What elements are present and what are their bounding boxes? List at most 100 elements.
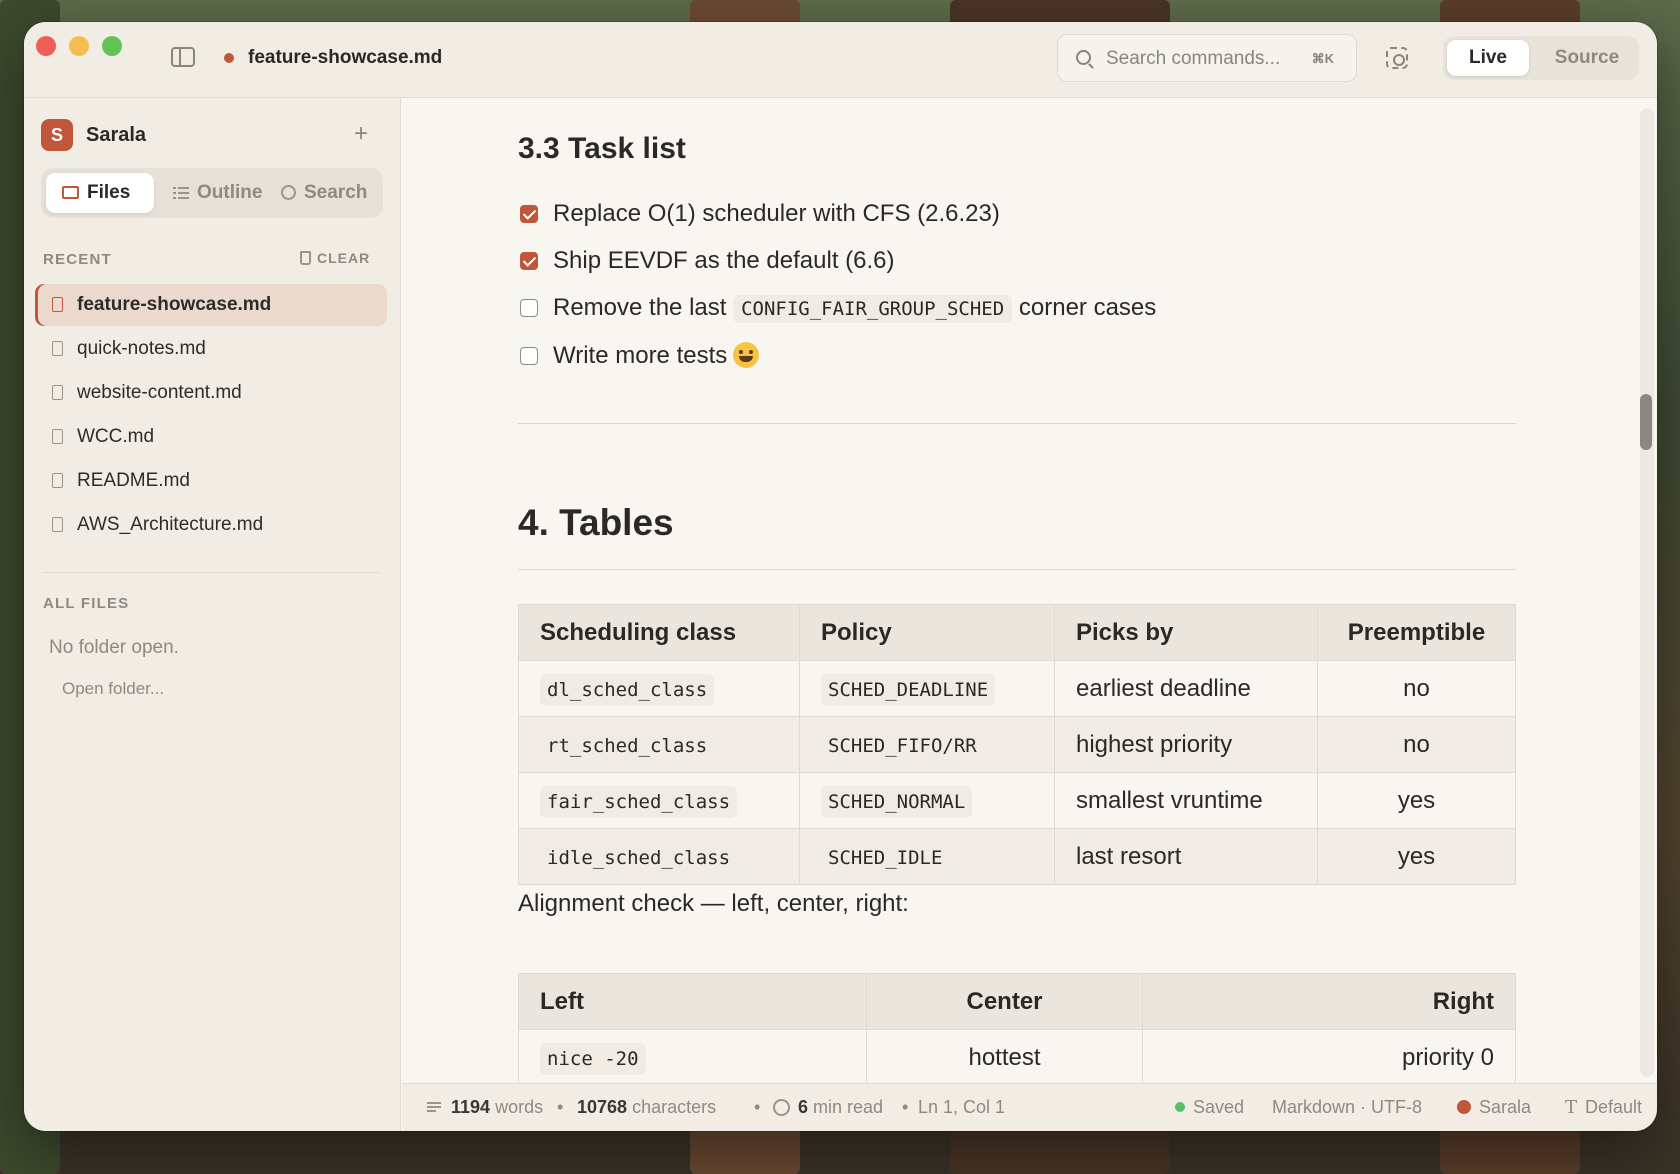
table-header-cell: Center: [866, 973, 1143, 1030]
table-cell: last resort: [1054, 828, 1318, 885]
table-cell: nice -20: [518, 1029, 867, 1083]
recent-file-item[interactable]: WCC.md: [35, 416, 387, 458]
horizontal-rule: [518, 423, 1516, 424]
table-cell: fair_sched_class: [518, 772, 800, 829]
sidebar-toggle-icon[interactable]: [171, 47, 195, 67]
task-text-after: corner cases: [1018, 294, 1157, 321]
scrollbar-thumb[interactable]: [1640, 394, 1652, 450]
task-text-label: Write more tests: [553, 342, 728, 369]
table-header-cell: Preemptible: [1317, 604, 1516, 661]
tab-files[interactable]: Files: [46, 173, 154, 213]
lines-icon: [427, 1102, 441, 1113]
file-name: feature-showcase.md: [77, 294, 272, 315]
live-mode-button[interactable]: Live: [1447, 40, 1529, 76]
command-shortcut-hint: ⌘K: [1311, 51, 1334, 66]
command-search-input[interactable]: Search commands... ⌘K: [1057, 34, 1357, 82]
alignment-table: Left Center Right nice -20 hottest prior…: [518, 973, 1516, 1083]
task-text: Replace O(1) scheduler with CFS (2.6.23): [553, 200, 1000, 227]
table-row: idle_sched_class SCHED_IDLE last resort …: [518, 828, 1516, 885]
recent-file-item[interactable]: README.md: [35, 460, 387, 502]
status-user[interactable]: Sarala: [1457, 1097, 1531, 1118]
word-count: 1194 words: [427, 1097, 543, 1118]
table-header-cell: Scheduling class: [518, 604, 800, 661]
inline-code: SCHED_DEADLINE: [821, 673, 996, 706]
file-format[interactable]: Markdown · UTF-8: [1272, 1097, 1422, 1118]
user-icon: [1457, 1100, 1471, 1114]
table-row: rt_sched_class SCHED_FIFO/RR highest pri…: [518, 716, 1516, 773]
minimize-window-button[interactable]: [69, 36, 89, 56]
save-status: Saved: [1175, 1097, 1244, 1118]
table-cell: earliest deadline: [1054, 660, 1318, 717]
open-folder-link[interactable]: Open folder...: [62, 679, 164, 699]
table-header-cell: Picks by: [1054, 604, 1318, 661]
table-cell: yes: [1317, 828, 1516, 885]
workspace-name[interactable]: Sarala: [86, 124, 146, 147]
tab-outline[interactable]: Outline: [163, 173, 263, 213]
tab-files-label: Files: [87, 182, 131, 203]
file-name: quick-notes.md: [77, 338, 206, 359]
recent-section-label: RECENT: [43, 251, 112, 268]
table-cell: highest priority: [1054, 716, 1318, 773]
document-icon: [52, 341, 63, 356]
table-cell: hottest: [866, 1029, 1143, 1083]
file-name: AWS_Architecture.md: [77, 514, 264, 535]
theme-selector[interactable]: T Default: [1565, 1097, 1642, 1118]
file-name: website-content.md: [77, 382, 242, 403]
recent-file-item[interactable]: AWS_Architecture.md: [35, 504, 387, 546]
table-cell: yes: [1317, 772, 1516, 829]
source-mode-button[interactable]: Source: [1539, 40, 1635, 76]
status-user-name: Sarala: [1479, 1097, 1532, 1117]
file-name: WCC.md: [77, 426, 155, 447]
separator-dot: •: [557, 1097, 564, 1117]
word-count-label: words: [495, 1097, 544, 1117]
document-title: feature-showcase.md: [248, 47, 443, 68]
zoom-window-button[interactable]: [102, 36, 122, 56]
table-header-row: Scheduling class Policy Picks by Preempt…: [518, 604, 1516, 661]
table-cell: SCHED_FIFO/RR: [799, 716, 1055, 773]
inline-code: rt_sched_class: [540, 729, 715, 762]
add-icon[interactable]: +: [354, 120, 368, 148]
task-checkbox[interactable]: [520, 347, 538, 365]
clear-label: CLEAR: [317, 250, 371, 266]
document-icon: [52, 517, 63, 532]
workspace-avatar[interactable]: S: [41, 119, 73, 151]
inline-code: SCHED_IDLE: [821, 841, 950, 874]
recent-file-item[interactable]: website-content.md: [35, 372, 387, 414]
task-checkbox[interactable]: [520, 299, 538, 317]
editor-pane[interactable]: 3.3 Task list Replace O(1) scheduler wit…: [402, 98, 1657, 1083]
separator-dot: •: [754, 1097, 761, 1117]
tables-heading: 4. Tables: [518, 502, 674, 543]
no-folder-message: No folder open.: [49, 637, 179, 658]
list-icon: [173, 186, 189, 200]
folder-icon: [62, 186, 79, 200]
task-checkbox[interactable]: [520, 205, 538, 223]
task-text: Ship EEVDF as the default (6.6): [553, 247, 895, 274]
clock-icon: [773, 1099, 790, 1116]
save-status-label: Saved: [1193, 1097, 1245, 1117]
read-time: 6 min read: [773, 1097, 883, 1118]
recent-file-item[interactable]: feature-showcase.md: [35, 284, 387, 326]
recent-file-item[interactable]: quick-notes.md: [35, 328, 387, 370]
clear-recent-button[interactable]: CLEAR: [300, 250, 370, 266]
tab-search[interactable]: Search: [269, 173, 379, 213]
inline-code: SCHED_NORMAL: [821, 785, 973, 818]
read-time-label: min read: [813, 1097, 884, 1117]
cursor-position[interactable]: Ln 1, Col 1: [918, 1097, 1005, 1118]
inline-code: idle_sched_class: [540, 841, 738, 874]
task-text-before: Remove the last: [553, 294, 727, 321]
character-count-label: characters: [632, 1097, 717, 1117]
table-cell: SCHED_NORMAL: [799, 772, 1055, 829]
focus-mode-icon[interactable]: [1386, 47, 1408, 69]
scrollbar-track[interactable]: [1640, 108, 1654, 1077]
trash-icon: [300, 251, 311, 265]
saved-status-dot: [1175, 1102, 1185, 1112]
task-text: Remove the last CONFIG_FAIR_GROUP_SCHED …: [553, 291, 1156, 326]
table-header-cell: Right: [1142, 973, 1516, 1030]
document-icon: [52, 297, 63, 312]
close-window-button[interactable]: [36, 36, 56, 56]
table-cell: priority 0: [1142, 1029, 1516, 1083]
tab-search-label: Search: [304, 182, 368, 203]
sidebar-divider: [43, 572, 379, 573]
task-list-heading: 3.3 Task list: [518, 132, 686, 165]
task-checkbox[interactable]: [520, 252, 538, 270]
